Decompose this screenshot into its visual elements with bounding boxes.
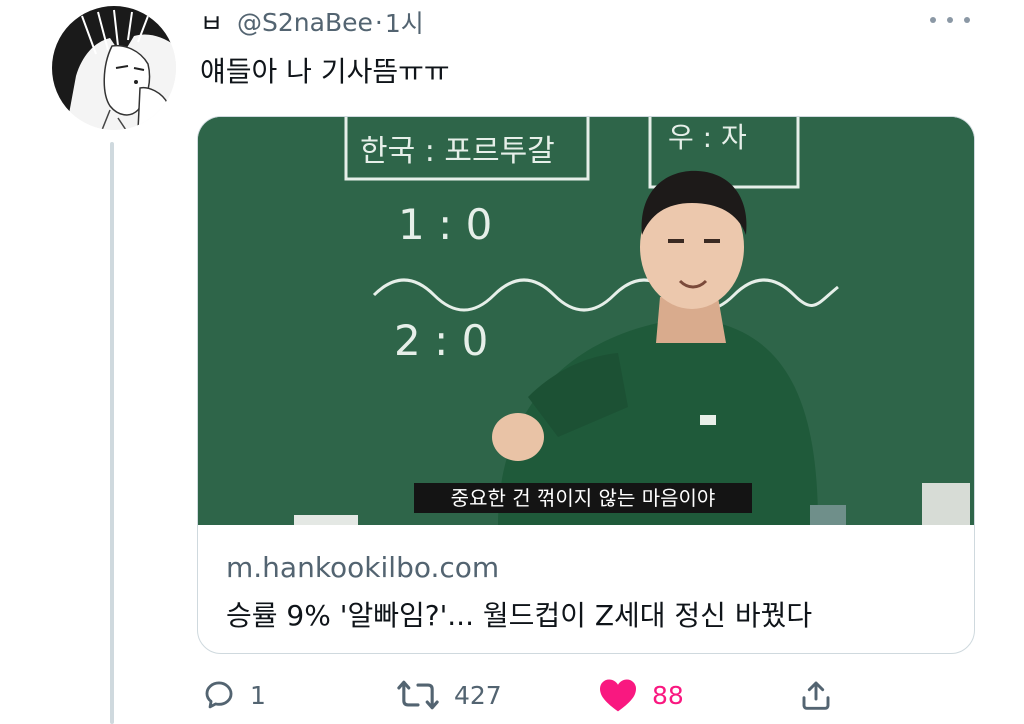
card-media[interactable]: 한국 : 포르투갈 우 : 자 1 : 0 2 : 0 중요한 건 꺾이지 않는… [198,117,974,525]
reply-icon [205,681,233,709]
board-text-score-1: 1 : 0 [398,200,492,249]
display-name[interactable]: ㅂ [200,4,223,40]
user-handle[interactable]: @S2naBee [237,8,373,37]
tweet-text: 얘들아 나 기사뜸ㅠㅠ [200,55,450,88]
video-subtitle: 중요한 건 꺾이지 않는 마음이야 [414,483,752,513]
tweet-header: ㅂ @S2naBee · 1시 [200,4,424,40]
thread-line [110,142,114,724]
board-text-score-2: 2 : 0 [394,316,488,365]
share-button[interactable] [800,672,832,718]
retweet-icon [397,680,439,710]
link-card[interactable]: 한국 : 포르투갈 우 : 자 1 : 0 2 : 0 중요한 건 꺾이지 않는… [197,116,975,654]
reply-button[interactable]: 1 [202,672,266,718]
like-count: 88 [652,680,684,710]
heart-icon [600,679,636,712]
retweet-count: 427 [454,680,502,710]
retweet-button[interactable]: 427 [396,672,502,718]
like-button[interactable]: 88 [598,672,684,718]
avatar[interactable] [52,6,176,130]
tweet-actions: 1 427 88 [0,672,1024,718]
card-domain[interactable]: m.hankookilbo.com [226,551,499,584]
tweet-time[interactable]: 1시 [385,4,424,40]
video-thumbnail: 한국 : 포르투갈 우 : 자 1 : 0 2 : 0 [198,117,974,525]
more-options-icon[interactable] [930,10,970,30]
share-icon [802,681,830,710]
avatar-image [52,6,176,130]
board-text-label: 우 : 자 [668,121,747,154]
card-title[interactable]: 승률 9% '알빠임?'... 월드컵이 Z세대 정신 바꿨다 [226,594,812,634]
reply-count: 1 [250,680,266,710]
board-text-match: 한국 : 포르투갈 [360,134,555,169]
separator-dot: · [374,7,383,37]
